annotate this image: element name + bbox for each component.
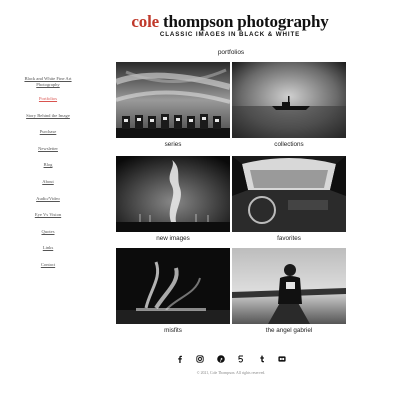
sidebar-item-contact[interactable]: Contact <box>20 262 76 268</box>
portfolio-thumb-the-angel-gabriel[interactable] <box>232 248 346 324</box>
pinterest-icon[interactable] <box>216 355 225 363</box>
copyright-text: © 2021, Cole Thompson. All rights reserv… <box>196 371 266 375</box>
sidebar-item-about[interactable]: About <box>20 179 76 185</box>
site-tagline: CLASSIC IMAGES IN BLACK & WHITE <box>159 31 301 38</box>
portfolio-caption-new-images[interactable]: new images <box>116 235 230 242</box>
portfolio-caption-misfits[interactable]: misfits <box>116 327 230 334</box>
500px-icon[interactable] <box>237 355 245 363</box>
sidebar-item-audio-video[interactable]: Audio/Video <box>20 196 76 202</box>
portfolio-thumb-collections[interactable] <box>232 62 346 138</box>
sidebar-item-fine-art[interactable]: Black and White Fine Art Photography <box>20 76 76 88</box>
portfolio-thumb-series[interactable] <box>116 62 230 138</box>
sidebar-item-eye-vs-vision[interactable]: Eye Vs Vision <box>20 212 76 218</box>
portfolio-thumb-favorites[interactable] <box>232 156 346 232</box>
portfolio-caption-favorites[interactable]: favorites <box>232 235 346 242</box>
sidebar-item-quotes[interactable]: Quotes <box>20 229 76 235</box>
portfolio-caption-the-angel-gabriel[interactable]: the angel gabriel <box>232 327 346 334</box>
instagram-icon[interactable] <box>196 355 205 363</box>
site-title-rest[interactable]: thompson photography <box>163 12 329 31</box>
portfolio-thumb-misfits[interactable] <box>116 248 230 324</box>
social-links <box>176 354 286 364</box>
sidebar-item-newsletter[interactable]: Newsletter <box>20 146 76 152</box>
tumblr-icon[interactable] <box>258 355 266 363</box>
sidebar-item-portfolios[interactable]: Portfolios <box>20 96 76 102</box>
site-title-first[interactable]: cole <box>131 12 159 31</box>
portfolio-caption-series[interactable]: series <box>116 141 230 148</box>
sidebar-item-story[interactable]: Story Behind the Image <box>20 113 76 119</box>
sidebar-nav: Black and White Fine Art Photography Por… <box>20 76 76 279</box>
sidebar-item-purchase[interactable]: Purchase <box>20 129 76 135</box>
site-title[interactable]: cole thompson photography <box>65 12 395 32</box>
page-heading: portfolios <box>217 49 245 56</box>
facebook-icon[interactable] <box>176 355 184 363</box>
sidebar-item-blog[interactable]: Blog <box>20 162 76 168</box>
portfolio-thumb-new-images[interactable] <box>116 156 230 232</box>
flickr-icon[interactable] <box>278 355 286 363</box>
portfolio-caption-collections[interactable]: collections <box>232 141 346 148</box>
sidebar-item-links[interactable]: Links <box>20 245 76 251</box>
